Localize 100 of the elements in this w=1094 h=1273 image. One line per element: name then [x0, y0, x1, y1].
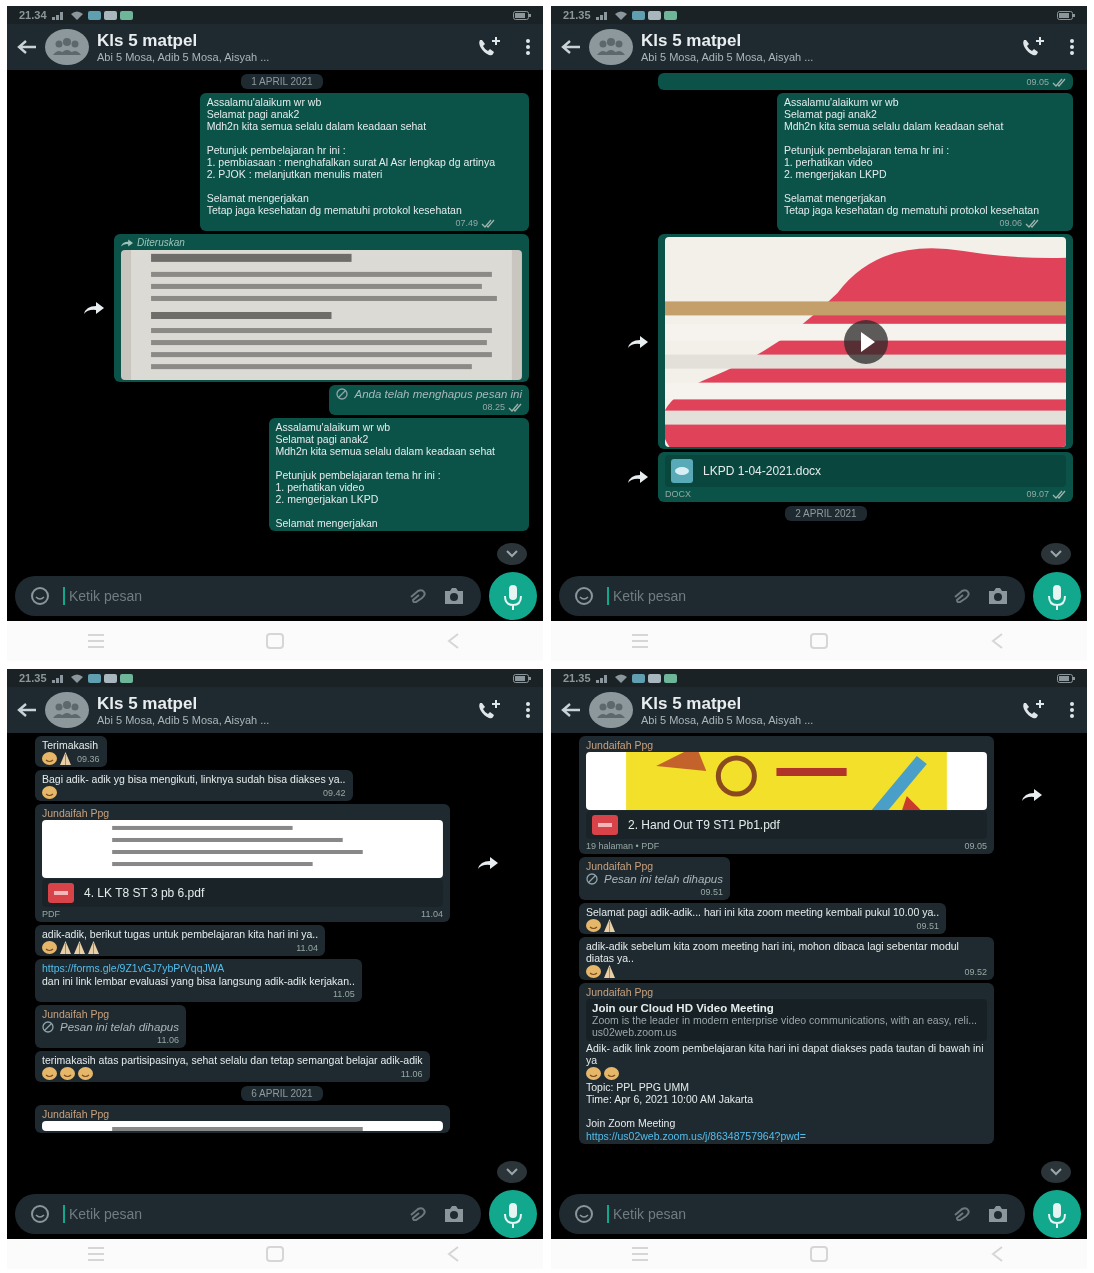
message-text: Assalamu'alaikum wr wb Selamat pagi anak2 Mdh2n kita semua selalu dalam keadaan sehat Petunjuk pembelajaran tema hr ini : 1. perhatikan video 2. mengerjakan LKPD Selamat mengerjakan Tetap jaga kesehatan dg mematuhi protokol kesehatan: [783, 96, 1039, 216]
back-icon[interactable]: [561, 702, 581, 718]
message-time: 11.04: [421, 908, 443, 920]
scroll-down-button[interactable]: [1041, 543, 1071, 565]
document-icon: [671, 459, 694, 483]
group-avatar-icon[interactable]: [589, 29, 633, 65]
message-text: adik-adik, berikut tugas untuk pembelajaran kita hari ini ya..: [42, 928, 319, 940]
microphone-button[interactable]: [489, 572, 537, 620]
read-tick-icon: [1052, 489, 1066, 499]
sender-name: Jundaifah Ppg: [586, 860, 655, 872]
scroll-down-button[interactable]: [497, 1161, 527, 1183]
deleted-message-text: Pesan ini telah dihapus: [604, 873, 723, 885]
microphone-button[interactable]: [1033, 1190, 1081, 1238]
attach-icon[interactable]: [953, 1207, 973, 1221]
praying-hands-icon: [60, 752, 71, 765]
read-tick-icon: [1052, 77, 1066, 87]
smiley-icon: [42, 941, 57, 954]
message-link[interactable]: https://us02web.zoom.us/j/86348757964?pwd=: [586, 1130, 987, 1142]
signal-icon: [51, 673, 66, 683]
camera-icon[interactable]: [987, 1205, 1009, 1223]
preview-description: Zoom is the leader in modern enterprise video communications, with an easy, reli...: [592, 1014, 978, 1026]
notification-icons: [631, 673, 678, 683]
camera-icon[interactable]: [987, 587, 1009, 605]
message-time: 09.06: [999, 217, 1022, 229]
message-time: 09.05: [1026, 76, 1049, 88]
message-field[interactable]: Ketik pesan: [15, 576, 481, 616]
message-text: Topic: PPL PPG UMM Time: Apr 6, 2021 10:00 AM Jakarta Join Zoom Meeting: [586, 1081, 755, 1129]
wifi-icon: [70, 673, 83, 683]
microphone-button[interactable]: [1033, 572, 1081, 620]
file-attachment[interactable]: LKPD 1-04-2021.docx: [665, 455, 1066, 487]
blocked-icon: [336, 388, 349, 400]
chat-title[interactable]: Kls 5 matpel: [641, 694, 1013, 714]
message-field[interactable]: Ketik pesan: [559, 576, 1025, 616]
menu-icon[interactable]: [525, 38, 531, 56]
attach-icon[interactable]: [953, 589, 973, 603]
message-input[interactable]: Ketik pesan: [63, 587, 395, 605]
battery-icon: [513, 10, 531, 20]
camera-icon[interactable]: [443, 1205, 465, 1223]
link-preview[interactable]: Join our Cloud HD Video Meeting Zoom is the leader in modern enterprise video communications, with an easy, reli... us02web.zoom.us: [586, 999, 987, 1041]
battery-icon: [1057, 10, 1075, 20]
menu-icon[interactable]: [525, 701, 531, 719]
menu-icon[interactable]: [1069, 701, 1075, 719]
message-text: adik-adik sebelum kita zoom meeting hari ini, mohon dibaca lagi sebentar modul diatas ya..: [586, 940, 960, 964]
message-input[interactable]: Ketik pesan: [607, 587, 939, 605]
chat-title[interactable]: Kls 5 matpel: [97, 694, 469, 714]
message-input[interactable]: Ketik pesan: [607, 1205, 939, 1223]
read-tick-icon: [481, 218, 495, 228]
play-icon[interactable]: [843, 320, 888, 364]
message-field[interactable]: Ketik pesan: [559, 1194, 1025, 1234]
emoji-icon[interactable]: [31, 1205, 49, 1223]
file-meta: 19 halaman • PDF: [586, 840, 660, 852]
scroll-down-button[interactable]: [1041, 1161, 1071, 1183]
wifi-icon: [614, 673, 627, 683]
deleted-message-text: Anda telah menghapus pesan ini: [354, 388, 522, 400]
message-input[interactable]: Ketik pesan: [63, 1205, 395, 1223]
add-call-icon[interactable]: [1021, 36, 1045, 58]
signal-icon: [51, 10, 66, 20]
message-text: Adik- adik link zoom pembelajaran kita hari ini dapat diakses pada tautan di bawah ini ya: [586, 1042, 985, 1066]
file-attachment[interactable]: 4. LK T8 ST 3 pb 6.pdf: [42, 879, 443, 907]
status-time: 21.35: [19, 672, 47, 684]
add-call-icon[interactable]: [477, 699, 501, 721]
microphone-button[interactable]: [489, 1190, 537, 1238]
attach-icon[interactable]: [409, 589, 429, 603]
attach-icon[interactable]: [409, 1207, 429, 1221]
file-name: 4. LK T8 ST 3 pb 6.pdf: [84, 887, 205, 899]
back-icon[interactable]: [561, 39, 581, 55]
chat-title[interactable]: Kls 5 matpel: [97, 31, 469, 51]
message-text: Assalamu'alaikum wr wb Selamat pagi anak2 Mdh2n kita semua selalu dalam keadaan sehat Petunjuk pembelajaran tema hr ini : 1. perhatikan video 2. mengerjakan LKPD Selamat mengerjakan: [275, 421, 495, 529]
emoji-icon[interactable]: [575, 587, 593, 605]
forward-icon[interactable]: [628, 335, 649, 348]
add-call-icon[interactable]: [1021, 699, 1045, 721]
file-attachment[interactable]: 2. Hand Out T9 ST1 Pb1.pdf: [586, 811, 987, 839]
emoji-icon[interactable]: [575, 1205, 593, 1223]
message-link[interactable]: https://forms.gle/9Z1vGJ7ybPrVqqJWA: [42, 962, 355, 974]
smiley-icon: [42, 786, 57, 799]
forward-icon[interactable]: [628, 471, 649, 483]
forward-icon[interactable]: [1021, 789, 1042, 801]
forward-icon[interactable]: [84, 302, 105, 314]
forwarded-icon: [121, 239, 134, 247]
message-field[interactable]: Ketik pesan: [15, 1194, 481, 1234]
group-avatar-icon[interactable]: [589, 692, 633, 728]
scroll-down-button[interactable]: [497, 543, 527, 565]
signal-icon: [595, 673, 610, 683]
add-call-icon[interactable]: [477, 36, 501, 58]
message-text: Selamat pagi adik-adik... hari ini kita zoom meeting kembali pukul 10.00 ya..: [586, 906, 940, 918]
emoji-icon[interactable]: [31, 587, 49, 605]
forward-icon[interactable]: [477, 857, 498, 869]
pdf-file-icon: [48, 883, 74, 903]
group-avatar-icon[interactable]: [45, 29, 89, 65]
chat-title[interactable]: Kls 5 matpel: [641, 31, 1013, 51]
sender-name: Jundaifah Ppg: [42, 1108, 111, 1120]
group-avatar-icon[interactable]: [45, 692, 89, 728]
back-icon[interactable]: [17, 39, 37, 55]
status-time: 21.34: [19, 9, 47, 21]
smiley-icon: [604, 1067, 619, 1080]
camera-icon[interactable]: [443, 587, 465, 605]
menu-icon[interactable]: [1069, 38, 1075, 56]
back-icon[interactable]: [17, 702, 37, 718]
read-tick-icon: [508, 402, 522, 412]
file-name: LKPD 1-04-2021.docx: [703, 465, 822, 477]
